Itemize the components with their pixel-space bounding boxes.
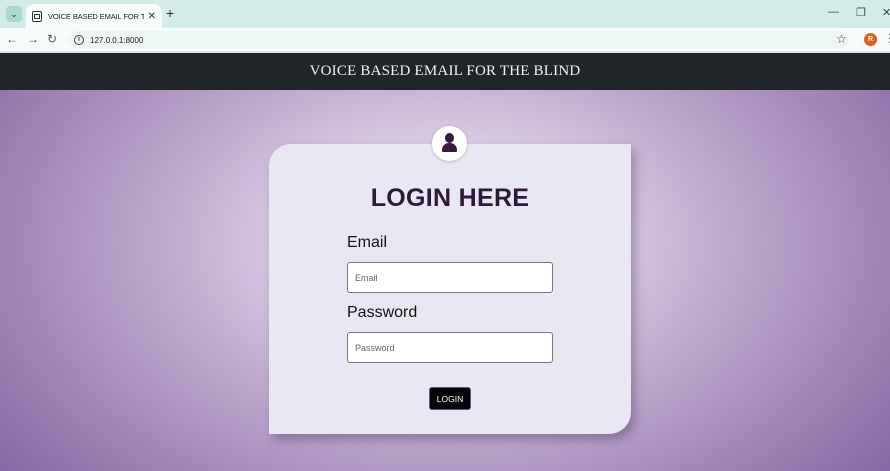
star-icon[interactable]: ☆	[836, 32, 847, 46]
password-field[interactable]	[347, 332, 553, 363]
kebab-menu-icon[interactable]: ⋮	[884, 31, 890, 45]
avatar-body	[442, 143, 457, 152]
browser-tab-strip: ⌄ VOICE BASED EMAIL FOR THE BLIND ✕ + — …	[0, 0, 890, 28]
tab-title: VOICE BASED EMAIL FOR THE BLIND	[48, 11, 144, 21]
password-label: Password	[347, 304, 418, 321]
back-icon[interactable]: ←	[6, 32, 18, 46]
email-field[interactable]	[347, 262, 553, 293]
forward-icon[interactable]: →	[27, 32, 39, 46]
browser-toolbar: ← → ↻ i 127.0.0.1:8000 ☆ R ⋮	[0, 28, 890, 52]
email-label: Email	[347, 234, 388, 251]
avatar-head	[445, 133, 454, 143]
login-button[interactable]: LOGIN	[429, 387, 471, 410]
url-text[interactable]: 127.0.0.1:8000	[90, 36, 143, 45]
tab-search-icon[interactable]: ⌄	[6, 6, 22, 22]
close-window-icon[interactable]: ✕	[882, 6, 890, 19]
address-bar[interactable]: i 127.0.0.1:8000	[68, 31, 848, 49]
new-tab-button[interactable]: +	[166, 6, 174, 20]
info-icon[interactable]: i	[74, 35, 84, 45]
minimize-icon[interactable]: —	[828, 6, 839, 18]
profile-avatar[interactable]: R	[864, 33, 877, 46]
page-favicon-icon	[32, 10, 42, 22]
close-tab-icon[interactable]: ✕	[148, 11, 156, 22]
restore-icon[interactable]: ❐	[856, 6, 866, 19]
reload-icon[interactable]: ↻	[47, 32, 57, 46]
browser-tab[interactable]: VOICE BASED EMAIL FOR THE BLIND ✕	[26, 4, 162, 28]
login-heading: LOGIN HERE	[370, 184, 530, 212]
page-title: VOICE BASED EMAIL FOR THE BLIND	[309, 63, 581, 79]
user-avatar-icon	[432, 126, 467, 161]
page-header: VOICE BASED EMAIL FOR THE BLIND	[0, 53, 890, 90]
